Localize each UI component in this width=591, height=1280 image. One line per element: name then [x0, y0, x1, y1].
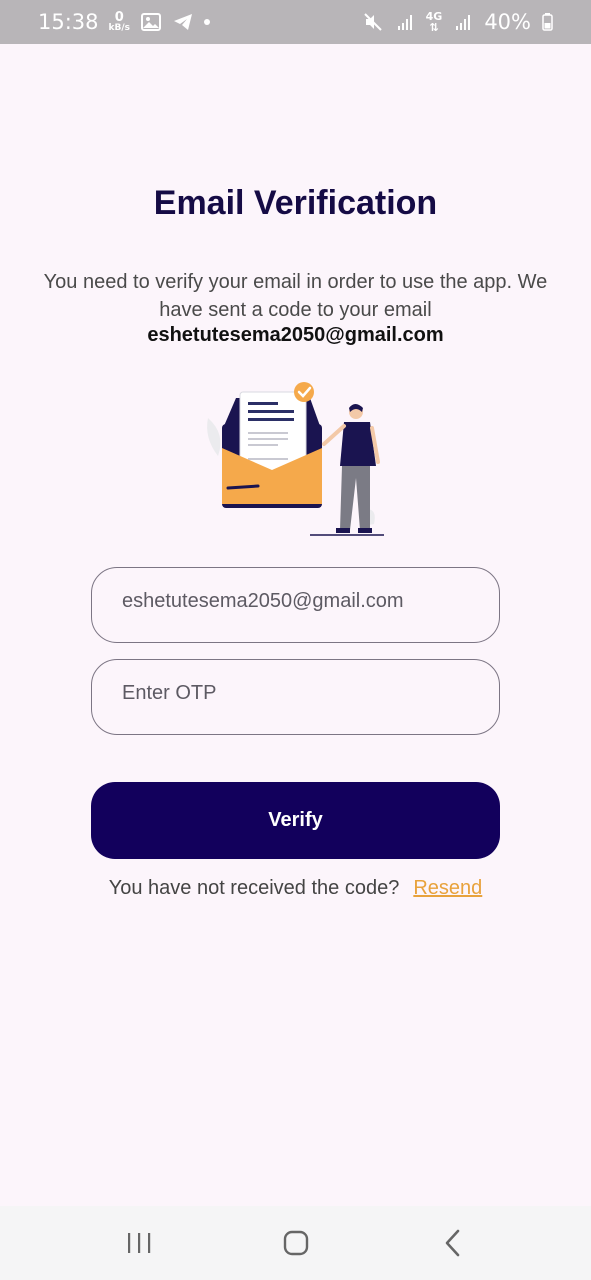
otp-placeholder: Enter OTP	[122, 681, 217, 704]
image-icon	[140, 11, 162, 33]
email-field[interactable]: eshetutesema2050@gmail.com	[91, 567, 500, 643]
status-time: 15:38	[38, 10, 99, 34]
status-bar: 15:38 0 kB/s 4G ⇅ 40%	[0, 0, 591, 44]
back-icon	[445, 1229, 459, 1257]
signal-icon	[394, 11, 416, 33]
recents-button[interactable]	[109, 1213, 169, 1273]
data-speed-unit: kB/s	[108, 23, 131, 33]
home-icon	[283, 1230, 308, 1256]
description-email: eshetutesema2050@gmail.com	[147, 324, 444, 346]
data-speed: 0 kB/s	[109, 11, 131, 33]
signal-icon-2	[452, 11, 474, 33]
telegram-icon	[172, 11, 194, 33]
battery-level: 40%	[484, 10, 531, 34]
home-button[interactable]	[266, 1213, 326, 1273]
navigation-bar	[0, 1206, 591, 1280]
resend-link[interactable]: Resend	[413, 877, 482, 900]
email-illustration	[200, 378, 400, 540]
recents-icon	[127, 1233, 150, 1253]
mute-icon	[362, 11, 384, 33]
verify-button-label: Verify	[268, 809, 323, 831]
notification-dot-icon	[204, 19, 211, 25]
description-text: You need to verify your email in order t…	[43, 271, 548, 321]
email-field-value: eshetutesema2050@gmail.com	[122, 589, 404, 612]
status-right: 4G ⇅ 40%	[362, 10, 553, 34]
resend-prompt: You have not received the code?	[108, 877, 400, 899]
resend-row: You have not received the code? Resend	[0, 877, 591, 900]
page-title: Email Verification	[153, 184, 438, 222]
back-button[interactable]	[423, 1213, 483, 1273]
status-left: 15:38 0 kB/s	[38, 10, 211, 34]
network-type: 4G ⇅	[426, 11, 443, 33]
data-arrows-icon: ⇅	[429, 21, 439, 34]
verify-button[interactable]: Verify	[91, 782, 500, 859]
battery-icon	[541, 11, 553, 33]
otp-input[interactable]: Enter OTP	[91, 659, 500, 735]
